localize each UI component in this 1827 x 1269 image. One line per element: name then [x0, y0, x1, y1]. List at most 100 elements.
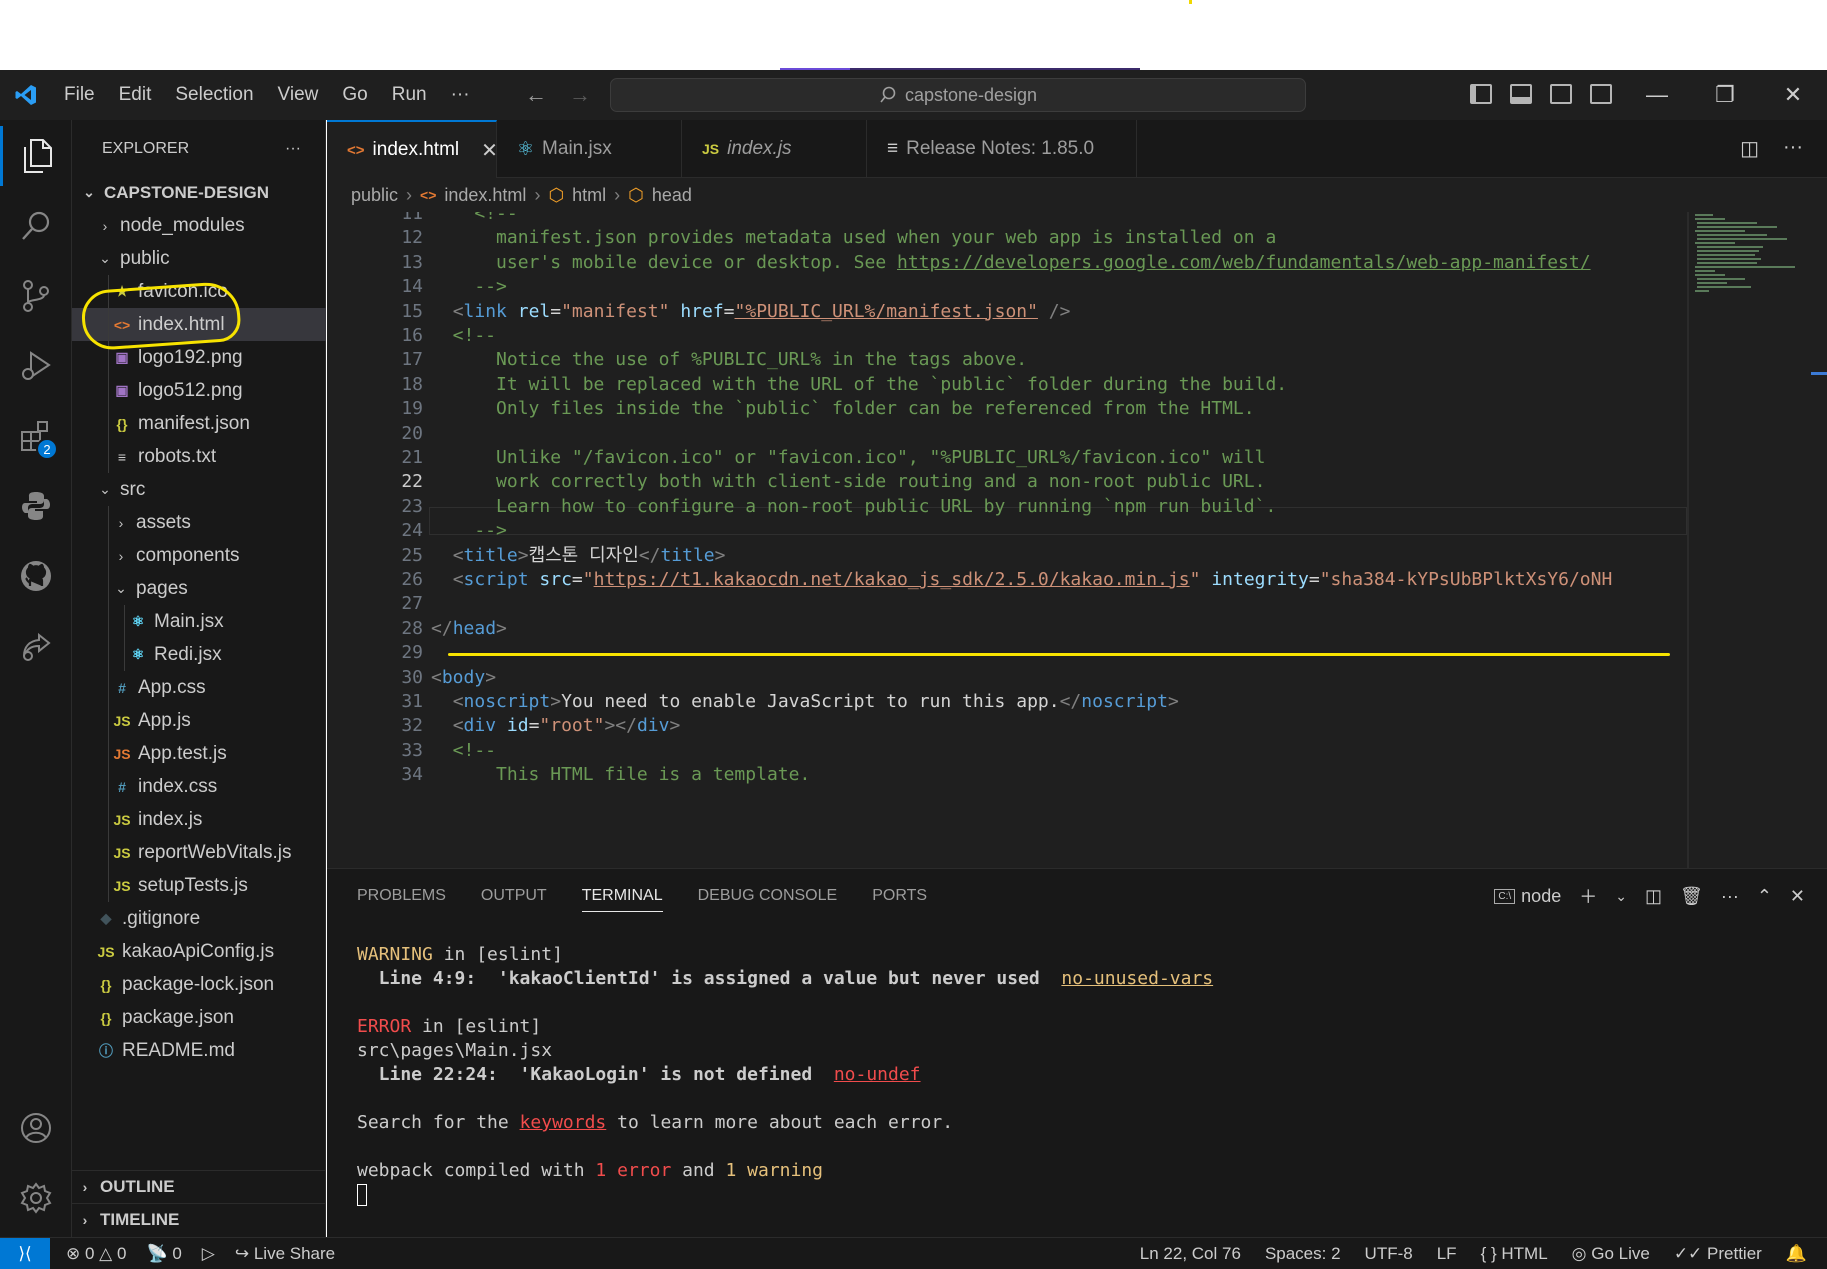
breadcrumb-head[interactable]: head: [652, 185, 692, 206]
warning-rule-link[interactable]: no-unused-vars: [1061, 968, 1213, 989]
live-share-status[interactable]: ↪ Live Share: [235, 1244, 335, 1264]
notifications-bell-icon[interactable]: 🔔: [1786, 1244, 1807, 1264]
back-arrow-icon[interactable]: ←: [525, 82, 547, 108]
toggle-primary-sidebar-icon[interactable]: [1470, 84, 1492, 104]
timeline-section[interactable]: › TIMELINE: [72, 1203, 326, 1236]
minimize-icon[interactable]: —: [1623, 70, 1691, 120]
tree-file[interactable]: # index.css: [72, 770, 326, 803]
tab-terminal[interactable]: TERMINAL: [581, 887, 663, 912]
outline-section[interactable]: › OUTLINE: [72, 1170, 326, 1203]
tree-file[interactable]: {} package-lock.json: [72, 968, 326, 1001]
command-center-search[interactable]: capstone-design: [610, 78, 1306, 112]
cursor-position[interactable]: Ln 22, Col 76: [1140, 1244, 1241, 1264]
error-rule-link[interactable]: no-undef: [834, 1064, 921, 1085]
go-live[interactable]: ◎ Go Live: [1572, 1244, 1650, 1264]
tree-file[interactable]: ⚛ Redi.jsx: [72, 638, 326, 671]
tab-ports[interactable]: PORTS: [872, 887, 927, 912]
toggle-panel-icon[interactable]: [1510, 84, 1532, 104]
project-folder[interactable]: ⌄ CAPSTONE-DESIGN: [72, 176, 326, 209]
source-control-icon[interactable]: [0, 266, 72, 326]
tree-file[interactable]: # App.css: [72, 671, 326, 704]
tab-main-jsx[interactable]: ⚛ Main.jsx: [497, 120, 682, 178]
split-terminal-icon[interactable]: ◫: [1645, 886, 1662, 907]
tab-debug-console[interactable]: DEBUG CONSOLE: [698, 887, 838, 912]
tree-file[interactable]: JS index.js: [72, 803, 326, 836]
tree-file[interactable]: JS App.test.js: [72, 737, 326, 770]
customize-layout-icon[interactable]: [1590, 84, 1612, 104]
tab-index-html[interactable]: <> index.html ✕: [327, 120, 498, 178]
encoding[interactable]: UTF-8: [1365, 1244, 1413, 1264]
live-share-icon[interactable]: [0, 616, 72, 676]
close-tab-icon[interactable]: ✕: [481, 138, 498, 163]
tree-file[interactable]: JS reportWebVitals.js: [72, 836, 326, 869]
code-line[interactable]: 34 This HTML file is a template.: [327, 761, 1687, 789]
explorer-icon[interactable]: [0, 126, 72, 186]
tree-file[interactable]: ≡ robots.txt: [72, 440, 326, 473]
language-mode[interactable]: { } HTML: [1481, 1244, 1548, 1264]
explorer-more-icon[interactable]: ···: [285, 140, 301, 158]
prettier-status[interactable]: ✓✓ Prettier: [1674, 1244, 1762, 1264]
kill-terminal-icon[interactable]: 🗑: [1680, 886, 1703, 907]
tab-index-js[interactable]: JS index.js: [682, 120, 867, 178]
keywords-link[interactable]: keywords: [520, 1112, 607, 1133]
remote-indicator-icon[interactable]: ⟩⟨: [0, 1237, 50, 1269]
close-window-icon[interactable]: ✕: [1759, 70, 1827, 120]
tree-folder[interactable]: ⌄ public: [72, 242, 326, 275]
terminal-selector[interactable]: C:\ node: [1494, 886, 1561, 907]
tab-problems[interactable]: PROBLEMS: [357, 887, 446, 912]
breadcrumb-file[interactable]: index.html: [444, 185, 526, 206]
extensions-icon[interactable]: 2: [0, 406, 72, 466]
code-token: <: [452, 715, 464, 737]
tree-file[interactable]: JS kakaoApiConfig.js: [72, 935, 326, 968]
panel-more-icon[interactable]: ···: [1721, 886, 1739, 907]
menu-run[interactable]: Run: [380, 84, 439, 106]
tree-file[interactable]: JS setupTests.js: [72, 869, 326, 902]
chevron-down-icon[interactable]: ⌄: [1615, 888, 1627, 905]
menu-go[interactable]: Go: [330, 84, 379, 106]
tree-file[interactable]: {} package.json: [72, 1001, 326, 1034]
editor-more-icon[interactable]: ···: [1783, 136, 1803, 161]
tree-file[interactable]: ⚛ Main.jsx: [72, 605, 326, 638]
maximize-panel-icon[interactable]: ⌃: [1757, 886, 1772, 907]
end-of-line[interactable]: LF: [1437, 1244, 1457, 1264]
problems-status[interactable]: ⊗ 0 △ 0: [66, 1244, 126, 1264]
toggle-secondary-sidebar-icon[interactable]: [1550, 84, 1572, 104]
tree-file[interactable]: JS App.js: [72, 704, 326, 737]
close-panel-icon[interactable]: ✕: [1790, 886, 1805, 907]
breadcrumb-public[interactable]: public: [351, 185, 398, 206]
tree-file[interactable]: {} manifest.json: [72, 407, 326, 440]
restore-icon[interactable]: ❐: [1691, 70, 1759, 120]
menu-view[interactable]: View: [266, 84, 331, 106]
accounts-icon[interactable]: [0, 1098, 72, 1158]
split-editor-icon[interactable]: ◫: [1740, 136, 1759, 161]
debug-status-icon[interactable]: ▷: [202, 1244, 215, 1264]
error-label: ERROR: [357, 1016, 412, 1037]
tree-file[interactable]: ◆ .gitignore: [72, 902, 326, 935]
tree-folder[interactable]: › node_modules: [72, 209, 326, 242]
tree-file[interactable]: ▣ logo512.png: [72, 374, 326, 407]
breadcrumb-html[interactable]: html: [572, 185, 606, 206]
tree-folder[interactable]: ⌄ pages: [72, 572, 326, 605]
ports-status[interactable]: 📡 0: [146, 1244, 181, 1264]
menu-file[interactable]: File: [52, 84, 107, 106]
tab-release-notes[interactable]: ≡ Release Notes: 1.85.0: [867, 120, 1137, 178]
manage-gear-icon[interactable]: [0, 1168, 72, 1228]
tab-output[interactable]: OUTPUT: [481, 887, 547, 912]
code-editor[interactable]: 11 <!-- 12 manifest.json provides metadat…: [327, 212, 1827, 868]
tree-folder[interactable]: ⌄ src: [72, 473, 326, 506]
tree-folder[interactable]: › components: [72, 539, 326, 572]
tree-file[interactable]: ⓘ README.md: [72, 1034, 326, 1067]
indentation[interactable]: Spaces: 2: [1265, 1244, 1341, 1264]
menu-edit[interactable]: Edit: [107, 84, 164, 106]
run-debug-icon[interactable]: [0, 336, 72, 396]
forward-arrow-icon[interactable]: →: [569, 82, 591, 108]
new-terminal-icon[interactable]: ＋: [1579, 883, 1597, 909]
python-icon[interactable]: [0, 476, 72, 536]
menu-selection[interactable]: Selection: [163, 84, 265, 106]
minimap[interactable]: [1689, 212, 1827, 868]
terminal-output[interactable]: WARNING in [eslint] Line 4:9: 'kakaoClie…: [357, 943, 1213, 1207]
github-icon[interactable]: [0, 546, 72, 606]
search-view-icon[interactable]: [0, 196, 72, 256]
menu-more[interactable]: ···: [439, 84, 482, 106]
tree-folder[interactable]: › assets: [72, 506, 326, 539]
